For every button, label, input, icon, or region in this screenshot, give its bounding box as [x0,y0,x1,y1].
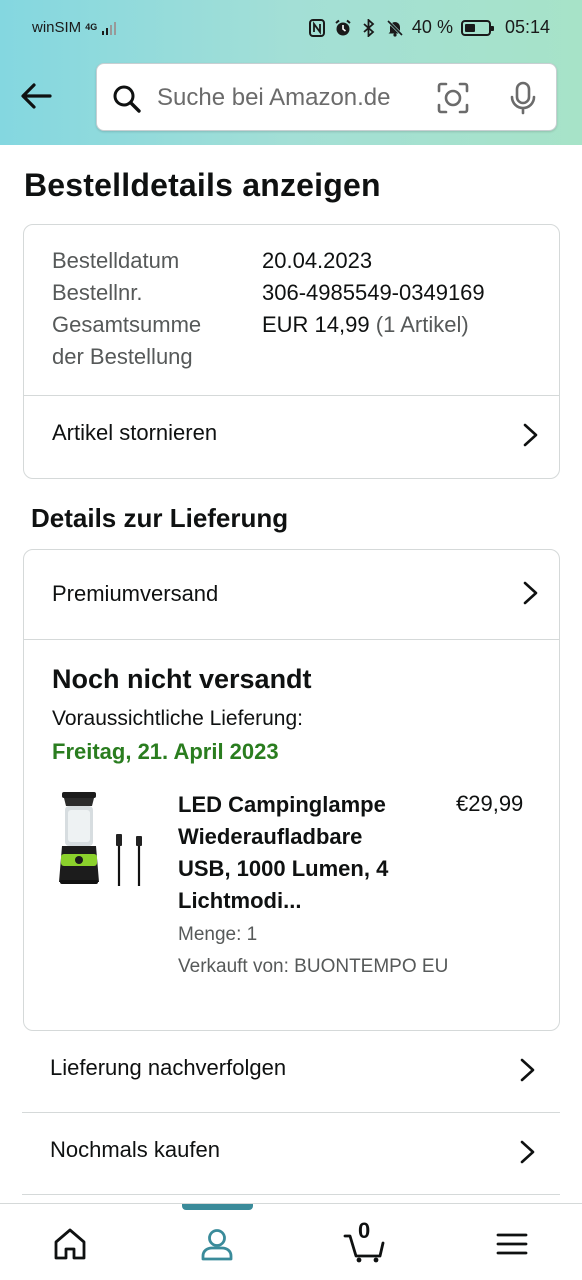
product-title-line: Wiederaufladbare [178,824,363,849]
order-total-label-line2: der Bestellung [52,344,193,369]
shipment-status: Noch nicht versandt [52,664,312,694]
product-title-line: LED Campinglampe [178,792,386,817]
active-tab-indicator [182,1204,253,1210]
status-bar: winSIM 4G 40 % 05:14 [0,0,582,58]
shipping-method-link[interactable]: Premiumversand [24,550,559,639]
expected-delivery-label: Voraussichtliche Lieferung: [52,707,303,730]
chevron-right-icon [523,581,538,605]
microphone-icon[interactable] [505,80,541,116]
order-total-value: EUR 14,99 (1 Artikel) [262,309,469,341]
track-package-link[interactable]: Lieferung nachverfolgen [22,1031,560,1113]
alarm-icon [334,19,352,37]
chevron-right-icon [523,423,538,447]
product-title-link[interactable]: LED Campinglampe Wiederaufladbare USB, 1… [178,789,428,917]
cart-count-badge: 0 [358,1218,371,1243]
home-icon[interactable] [50,1224,90,1264]
order-total-amount: EUR 14,99 [262,312,370,337]
chevron-right-icon [520,1140,535,1164]
signal-icon [102,21,117,35]
battery-percent: 40 % [411,17,453,37]
page-title: Bestelldetails anzeigen [24,167,381,203]
cancel-items-label: Artikel stornieren [52,420,218,445]
bottom-nav [0,1203,582,1280]
search-icon [113,85,141,113]
product-quantity: Menge: 1 [178,924,258,945]
order-item-count: (1 Artikel) [375,312,469,337]
delivery-section-title: Details zur Lieferung [31,503,289,533]
product-title-line: Lichtmodi... [178,888,302,913]
buy-again-label: Nochmals kaufen [50,1137,220,1162]
back-button[interactable] [18,78,54,114]
order-number-label: Bestellnr. [52,280,143,305]
menu-icon[interactable] [492,1224,532,1264]
status-right: 40 % 05:14 [308,17,550,38]
network-type: 4G [85,22,98,32]
order-total-label-line1: Gesamtsumme [52,312,202,337]
expected-delivery-date: Freitag, 21. April 2023 [52,739,279,764]
order-date-value: 20.04.2023 [262,248,373,273]
order-date-label: Bestelldatum [52,248,180,273]
status-left: winSIM 4G [32,19,117,36]
search-input[interactable] [157,78,417,118]
cancel-items-link[interactable]: Artikel stornieren [24,396,559,479]
nfc-icon [308,18,326,37]
mute-icon [386,19,404,37]
shipping-method-label: Premiumversand [52,581,219,606]
camera-search-icon[interactable] [435,80,471,116]
battery-icon [460,19,494,36]
product-seller: Verkauft von: BUONTEMPO EU [178,956,449,977]
product-title-line: USB, 1000 Lumen, 4 [178,856,389,881]
chevron-right-icon [520,1058,535,1082]
bluetooth-icon [360,18,378,37]
search-bar[interactable] [96,63,557,131]
track-package-label: Lieferung nachverfolgen [50,1055,287,1080]
carrier-name: winSIM [32,19,82,36]
divider [24,639,559,640]
order-summary-card: Bestelldatum 20.04.2023 Bestellnr. 306-4… [23,224,560,479]
product-price: €29,99 [456,791,524,816]
delivery-card: Premiumversand Noch nicht versandt Vorau… [23,549,560,1031]
clock: 05:14 [504,17,550,37]
account-icon[interactable] [197,1224,237,1264]
buy-again-link[interactable]: Nochmals kaufen [22,1113,560,1195]
product-image[interactable] [52,790,152,892]
arrow-left-icon [21,83,52,109]
order-number-value: 306-4985549-0349169 [262,280,485,305]
